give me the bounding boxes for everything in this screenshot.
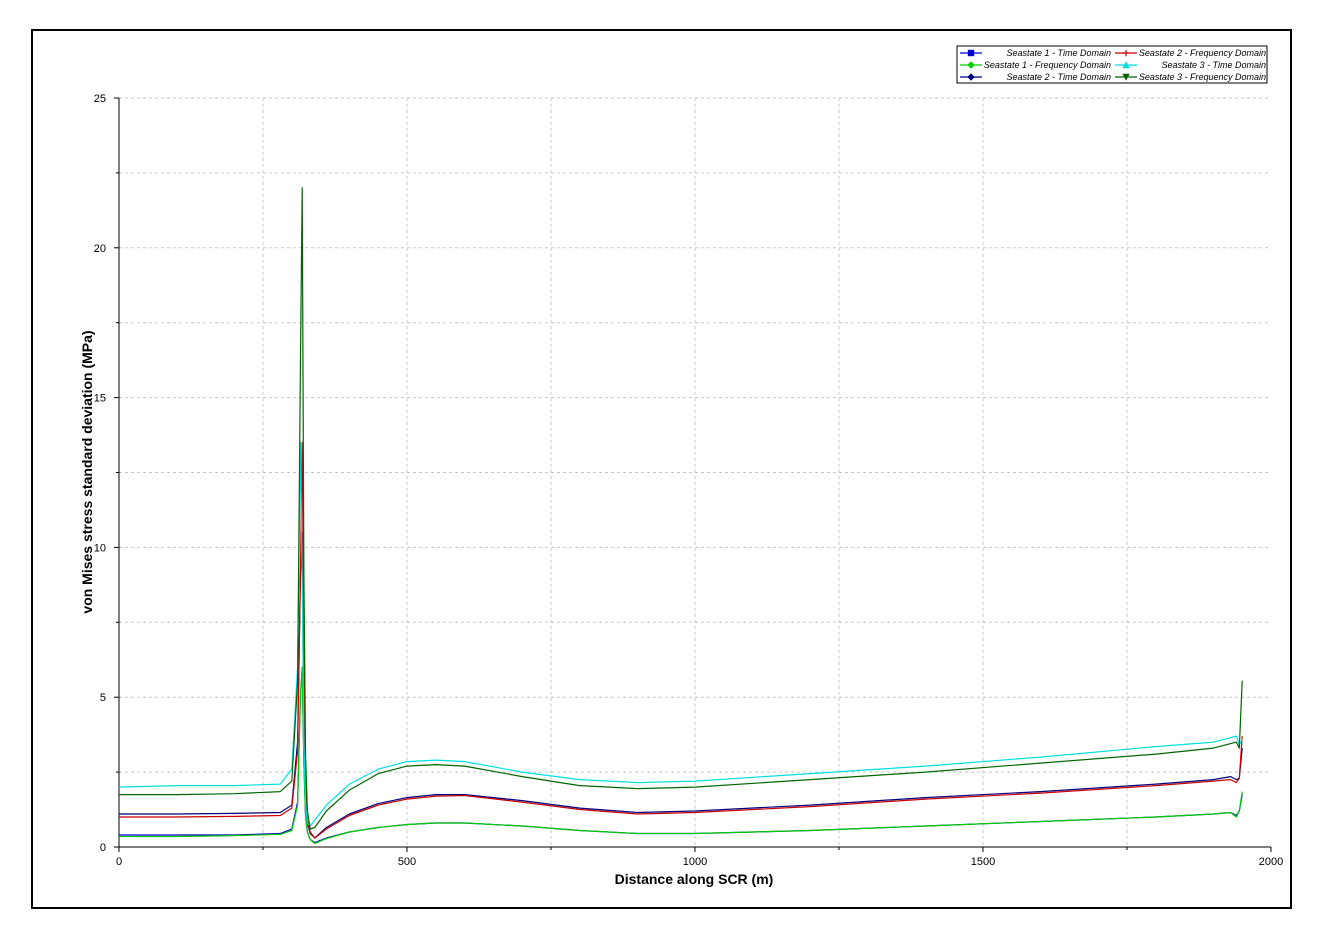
y-tick-label: 5	[100, 692, 106, 704]
legend-label-6: Seastate 3 - Frequency Domain	[1139, 72, 1266, 82]
y-tick-label: 25	[94, 93, 106, 105]
legend-label-3: Seastate 2 - Time Domain	[1007, 72, 1111, 82]
legend-label-1: Seastate 1 - Time Domain	[1007, 48, 1111, 58]
series-line-1	[119, 666, 1243, 844]
x-tick-label: 0	[116, 856, 122, 868]
x-tick-label: 2000	[1259, 856, 1283, 868]
series-line-4	[119, 441, 1243, 839]
x-axis-title: Distance along SCR (m)	[615, 871, 774, 887]
y-axis-title: von Mises stress standard deviation (MPa…	[79, 330, 95, 613]
y-tick-label: 20	[94, 243, 106, 255]
series-lines	[118, 187, 1243, 845]
y-tick-label: 0	[100, 842, 106, 854]
series-line-3	[119, 531, 1243, 839]
legend-label-4: Seastate 2 - Frequency Domain	[1139, 48, 1266, 58]
legend-marker-square	[967, 49, 975, 57]
legend-label-5: Seastate 3 - Time Domain	[1162, 60, 1266, 70]
y-tick-label: 10	[94, 542, 106, 554]
x-tick-label: 500	[398, 856, 416, 868]
series-line-5	[118, 441, 1243, 827]
series-line-2	[119, 666, 1243, 845]
series-line-6	[119, 187, 1243, 830]
axes	[114, 97, 1272, 852]
legend-label-2: Seastate 1 - Frequency Domain	[984, 60, 1111, 70]
x-tick-label: 1500	[971, 856, 995, 868]
chart-svg: 0 500 1000 1500 2000 0 5 10 15 20 25 Seastate 1 - …	[79, 45, 1283, 887]
grid	[119, 97, 1271, 847]
x-tick-label: 1000	[683, 856, 707, 868]
y-tick-label: 15	[94, 393, 106, 405]
legend: Seastate 1 - Time Domain Seastate 2 - Fre…	[956, 45, 1268, 84]
